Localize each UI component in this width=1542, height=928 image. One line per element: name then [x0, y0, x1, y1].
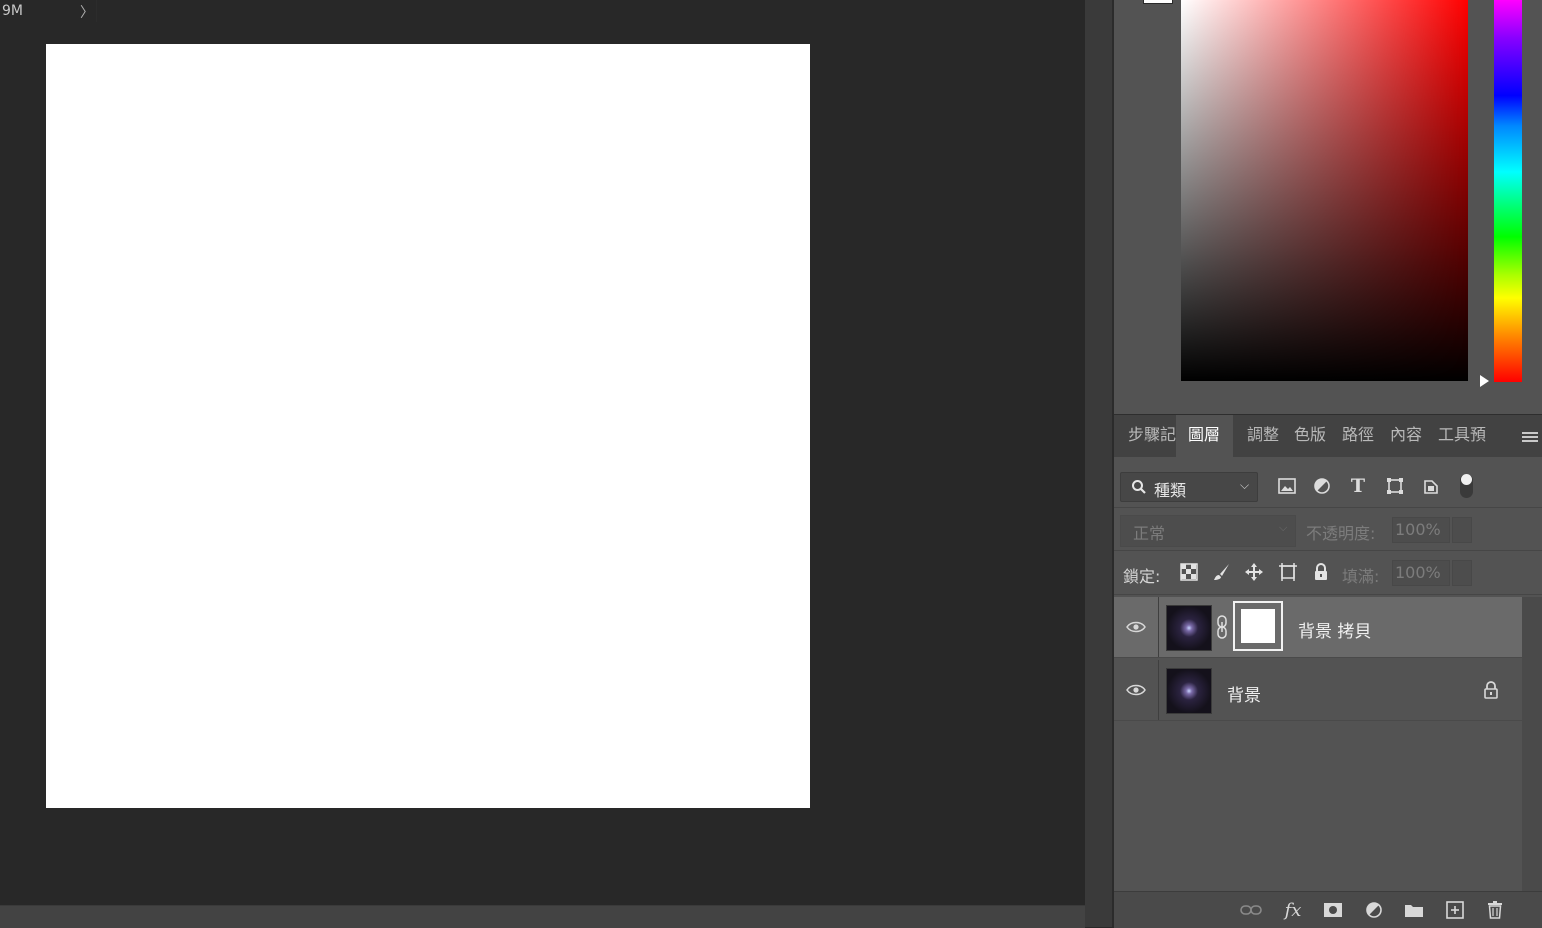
smart-object-filter-icon[interactable] [1421, 476, 1441, 496]
layer-name[interactable]: 背景 拷貝 [1298, 617, 1371, 642]
filter-toggle-knob [1461, 474, 1472, 485]
foreground-color-swatch[interactable] [1143, 0, 1173, 4]
divider [1114, 720, 1522, 721]
tab-adjustments[interactable]: 調整 [1247, 415, 1283, 457]
lock-transparent-pixels-icon[interactable] [1178, 561, 1200, 583]
chevron-down-icon: ⌵ [1279, 521, 1288, 534]
folder-icon[interactable] [1403, 899, 1425, 921]
fill-slider-toggle[interactable] [1452, 560, 1472, 586]
layer-mask-thumbnail[interactable] [1233, 601, 1283, 651]
adjustment-layer-icon[interactable] [1363, 899, 1385, 921]
search-icon [1132, 480, 1146, 494]
lock-position-icon[interactable] [1243, 561, 1265, 583]
saturation-brightness-field[interactable] [1181, 0, 1468, 381]
new-layer-icon[interactable] [1444, 899, 1466, 921]
eye-icon[interactable] [1114, 597, 1158, 657]
panel-menu-icon[interactable] [1522, 432, 1538, 442]
document-canvas[interactable] [46, 44, 810, 808]
link-icon[interactable] [1215, 615, 1229, 643]
divider [1114, 657, 1522, 658]
link-layers-icon[interactable] [1240, 899, 1262, 921]
tab-tool-presets[interactable]: 工具預 [1438, 415, 1488, 457]
type-filter-icon[interactable]: T [1348, 475, 1368, 497]
opacity-slider-toggle[interactable] [1452, 517, 1472, 543]
tab-properties[interactable]: 內容 [1390, 415, 1426, 457]
fill-value: 100% [1395, 563, 1441, 582]
layer-filter-label: 種類 [1154, 481, 1187, 500]
divider [1114, 594, 1542, 595]
lock-icon [1483, 681, 1499, 703]
tab-channels[interactable]: 色版 [1294, 415, 1330, 457]
lock-label: 鎖定: [1123, 567, 1161, 586]
adjustment-filter-icon[interactable] [1312, 476, 1332, 496]
divider [1158, 597, 1159, 657]
panel-tab-strip: 步驟記 圖層 調整 色版 路徑 內容 工具預 [1114, 414, 1542, 457]
layers-scrollbar[interactable] [1522, 597, 1542, 891]
blend-mode-value: 正常 [1133, 524, 1166, 543]
fx-icon[interactable]: fx [1282, 899, 1304, 921]
opacity-value: 100% [1395, 520, 1441, 539]
layer-row[interactable]: 背景 拷貝 [1114, 597, 1522, 657]
divider [1158, 660, 1159, 720]
fill-label: 填滿: [1342, 567, 1380, 586]
lock-artboard-icon[interactable] [1277, 561, 1299, 583]
dock-collapse-strip [1085, 0, 1113, 927]
image-filter-icon[interactable] [1277, 476, 1297, 496]
lock-all-icon[interactable] [1310, 561, 1332, 583]
add-mask-icon[interactable] [1322, 899, 1344, 921]
hue-slider[interactable] [1494, 0, 1522, 382]
status-bar [0, 905, 1085, 928]
layer-thumbnail [1166, 605, 1212, 651]
opacity-label: 不透明度: [1306, 524, 1376, 543]
document-size-readout: 9M [2, 3, 23, 19]
layer-thumbnail [1166, 668, 1212, 714]
tab-history[interactable]: 步驟記 [1128, 415, 1178, 457]
chevron-down-icon: ⌵ [1240, 478, 1250, 492]
lock-image-pixels-icon[interactable] [1211, 561, 1233, 583]
trash-icon[interactable] [1484, 899, 1506, 921]
layer-name[interactable]: 背景 [1227, 681, 1261, 706]
eye-icon[interactable] [1114, 660, 1158, 720]
tab-paths[interactable]: 路徑 [1342, 415, 1378, 457]
status-menu-arrow[interactable]: 〉 [80, 2, 94, 22]
divider [1114, 507, 1542, 508]
hue-slider-handle[interactable] [1480, 375, 1489, 387]
status-divider [96, 0, 97, 22]
divider [1114, 550, 1542, 551]
shape-filter-icon[interactable] [1385, 476, 1405, 496]
tab-layers[interactable]: 圖層 [1176, 415, 1233, 457]
layer-row[interactable]: 背景 [1114, 660, 1522, 720]
